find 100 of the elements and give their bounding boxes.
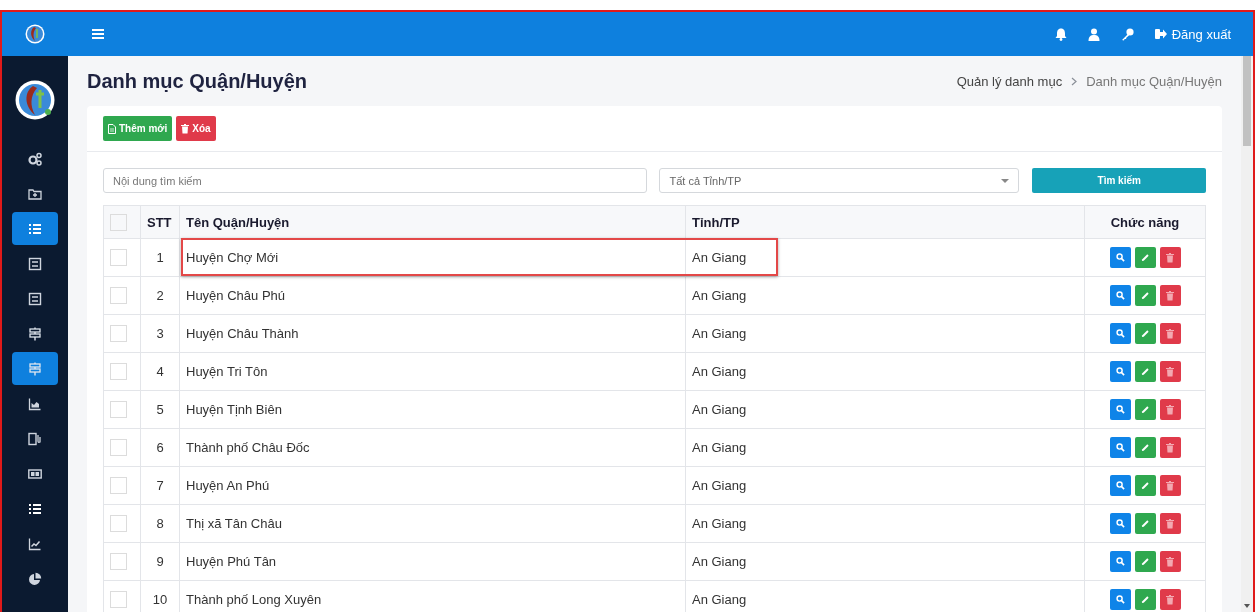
- delete-button[interactable]: [1159, 285, 1181, 306]
- sidebar-icon: [28, 501, 42, 516]
- logo-icon: [25, 24, 45, 44]
- view-button[interactable]: [1109, 589, 1131, 610]
- search-icon: [1115, 291, 1125, 300]
- trash-icon: [1166, 404, 1174, 415]
- user-icon[interactable]: [1087, 27, 1100, 41]
- table-cell: 2: [140, 276, 180, 315]
- edit-button[interactable]: [1134, 589, 1156, 610]
- row-checkbox[interactable]: [110, 325, 127, 343]
- delete-button[interactable]: [1159, 437, 1181, 458]
- row-checkbox[interactable]: [110, 477, 127, 495]
- search-field[interactable]: Nội dung tìm kiếm: [103, 168, 648, 193]
- table-cell: Huyện Tịnh Biên: [179, 390, 686, 429]
- edit-button[interactable]: [1134, 513, 1156, 534]
- delete-button[interactable]: [1159, 589, 1181, 610]
- search-icon: [1115, 253, 1125, 262]
- view-button[interactable]: [1109, 285, 1131, 306]
- table-cell: Thành phố Châu Đốc: [179, 428, 686, 467]
- table-cell: 1: [140, 238, 180, 277]
- trash-icon: [1166, 594, 1174, 605]
- edit-button[interactable]: [1134, 285, 1156, 306]
- view-button[interactable]: [1109, 551, 1131, 572]
- delete-button[interactable]: [1159, 513, 1181, 534]
- search-icon: [1115, 329, 1125, 338]
- sign-out-icon: [1154, 29, 1167, 39]
- table-cell: An Giang: [685, 504, 1085, 543]
- search-icon: [1115, 405, 1125, 414]
- view-button[interactable]: [1109, 323, 1131, 344]
- view-button[interactable]: [1109, 399, 1131, 420]
- sidebar-icon: [28, 536, 42, 551]
- table-cell: 5: [140, 390, 180, 429]
- table-cell: An Giang: [685, 276, 1085, 315]
- logout-button[interactable]: Đăng xuất: [1154, 26, 1231, 42]
- delete-button[interactable]: [1159, 551, 1181, 572]
- column-header: Chức năng: [1084, 205, 1206, 239]
- row-checkbox[interactable]: [110, 401, 127, 419]
- select-all-checkbox[interactable]: [110, 213, 127, 231]
- table-cell: An Giang: [685, 542, 1085, 581]
- view-button[interactable]: [1109, 513, 1131, 534]
- edit-button[interactable]: [1134, 247, 1156, 268]
- search-icon: [1115, 519, 1125, 528]
- province-dropdown[interactable]: Tất cả Tỉnh/TP: [659, 168, 1020, 193]
- trash-icon: [1166, 556, 1174, 567]
- view-button[interactable]: [1109, 361, 1131, 382]
- search-icon: [1115, 367, 1125, 376]
- pencil-icon: [1140, 253, 1150, 262]
- sidebar-icon: [28, 571, 42, 586]
- key-icon[interactable]: [1120, 27, 1134, 41]
- row-checkbox[interactable]: [110, 591, 127, 609]
- pencil-icon: [1140, 595, 1150, 604]
- trash-icon: [181, 123, 190, 134]
- table-cell: An Giang: [685, 314, 1085, 353]
- row-checkbox[interactable]: [110, 515, 127, 533]
- table-cell: Thị xã Tân Châu: [179, 504, 686, 543]
- search-icon: [1115, 481, 1125, 490]
- table-cell: An Giang: [685, 428, 1085, 467]
- table-cell: 8: [140, 504, 180, 543]
- table-cell: 9: [140, 542, 180, 581]
- search-button[interactable]: Tìm kiếm: [1032, 168, 1206, 193]
- edit-button[interactable]: [1134, 323, 1156, 344]
- edit-button[interactable]: [1134, 399, 1156, 420]
- sidebar-icon: [28, 326, 42, 341]
- trash-icon: [1166, 252, 1174, 263]
- delete-button[interactable]: [1159, 361, 1181, 382]
- pencil-icon: [1140, 443, 1150, 452]
- edit-button[interactable]: [1134, 437, 1156, 458]
- row-checkbox[interactable]: [110, 553, 127, 571]
- edit-button[interactable]: [1134, 475, 1156, 496]
- trash-icon: [1166, 366, 1174, 377]
- edit-button[interactable]: [1134, 361, 1156, 382]
- table-cell: 6: [140, 428, 180, 467]
- table-cell: An Giang: [685, 352, 1085, 391]
- sidebar-icon: [28, 361, 42, 376]
- table-cell: Huyện An Phú: [179, 466, 686, 505]
- delete-button[interactable]: [1159, 399, 1181, 420]
- menu-icon[interactable]: [92, 29, 104, 39]
- caret-icon: [1001, 178, 1010, 183]
- edit-button[interactable]: [1134, 551, 1156, 572]
- row-checkbox[interactable]: [110, 363, 127, 381]
- trash-icon: [1166, 480, 1174, 491]
- column-header: STT: [140, 205, 180, 239]
- row-checkbox[interactable]: [110, 287, 127, 305]
- sidebar-icon: [28, 396, 42, 411]
- row-checkbox[interactable]: [110, 439, 127, 457]
- bell-icon[interactable]: [1054, 27, 1067, 41]
- view-button[interactable]: [1109, 247, 1131, 268]
- delete-button[interactable]: [1159, 247, 1181, 268]
- pencil-icon: [1140, 519, 1150, 528]
- view-button[interactable]: [1109, 475, 1131, 496]
- row-checkbox[interactable]: [110, 249, 127, 267]
- add-button[interactable]: Thêm mới: [103, 116, 173, 141]
- scrollbar[interactable]: [1241, 56, 1253, 612]
- view-button[interactable]: [1109, 437, 1131, 458]
- delete-button[interactable]: Xóa: [176, 116, 216, 141]
- logo-icon: [15, 80, 55, 120]
- breadcrumb-link[interactable]: Quản lý danh mục: [956, 73, 1063, 89]
- delete-button[interactable]: [1159, 323, 1181, 344]
- delete-button[interactable]: [1159, 475, 1181, 496]
- sidebar-icon: [28, 291, 42, 306]
